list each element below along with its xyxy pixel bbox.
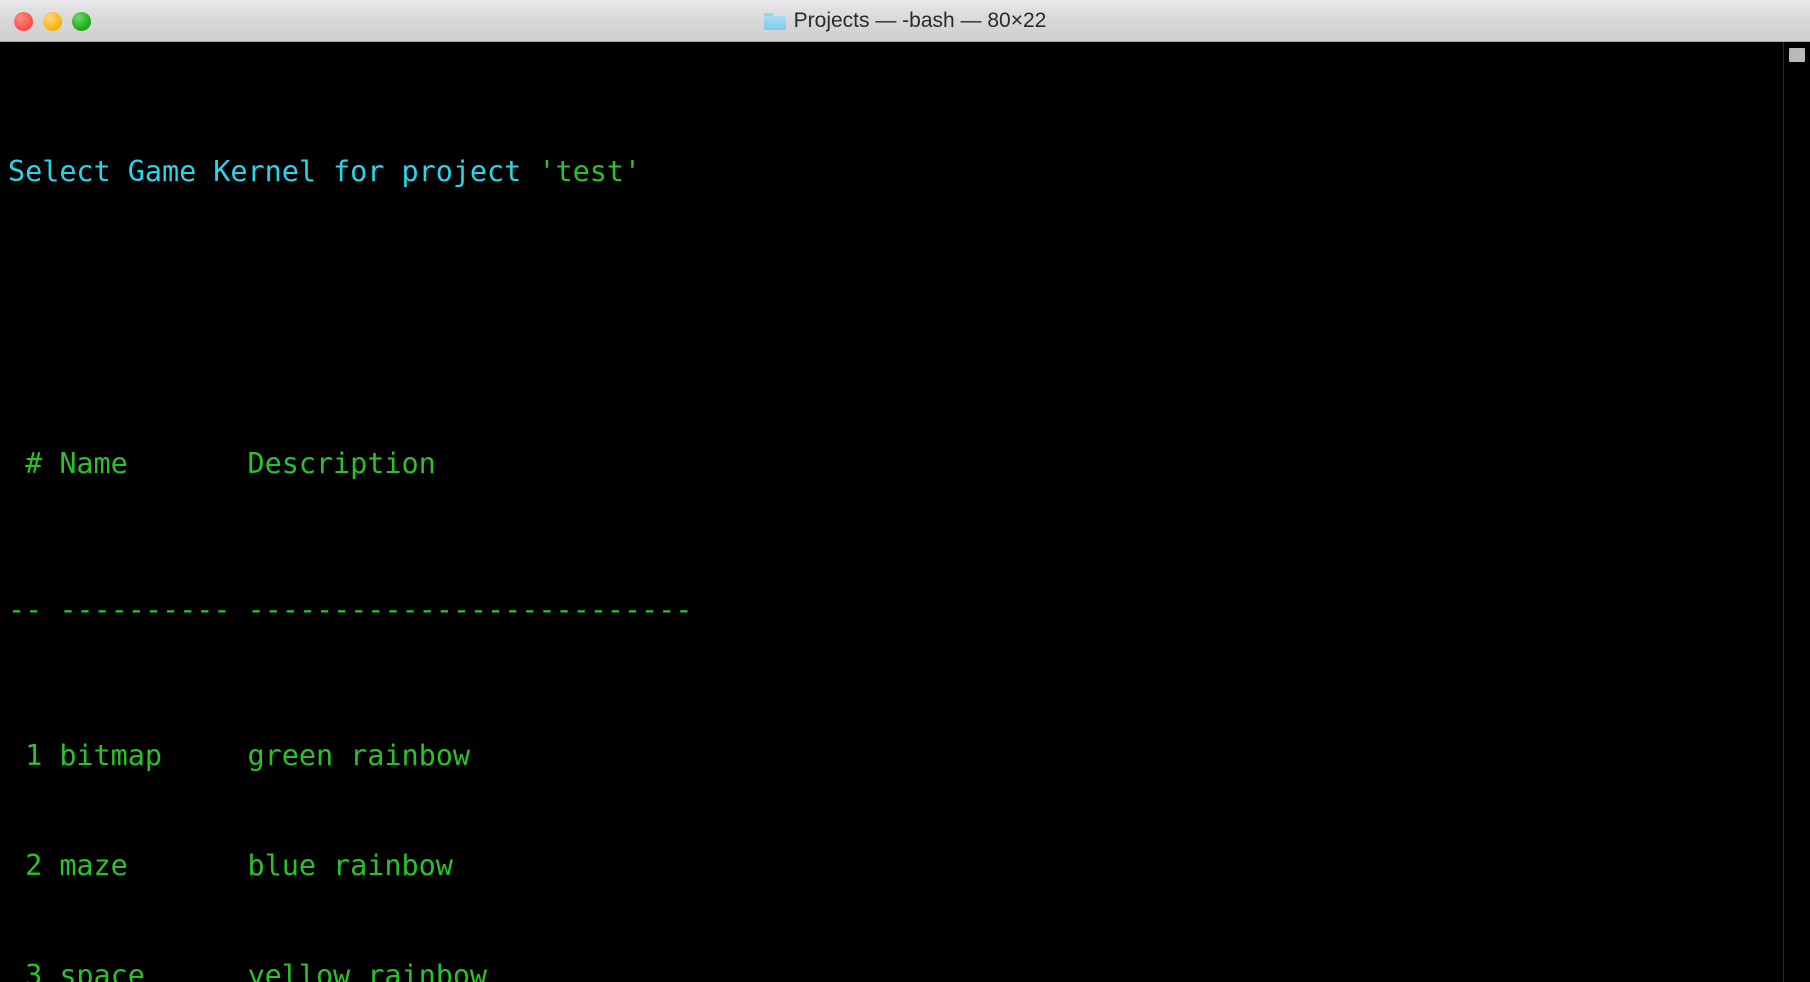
game-separator-top: -- ---------- -------------------------- — [8, 593, 693, 627]
game-heading-text: Select Game Kernel for project — [8, 154, 539, 188]
terminal-body[interactable]: Select Game Kernel for project 'test' # … — [0, 42, 1810, 982]
game-row-1: 1 bitmap green rainbow — [8, 739, 470, 773]
game-row-2: 2 maze blue rainbow — [8, 849, 453, 883]
window-title-group: Projects — -bash — 80×22 — [0, 0, 1810, 42]
game-row-3: 3 space yellow rainbow — [8, 958, 488, 982]
window-title: Projects — -bash — 80×22 — [793, 9, 1047, 32]
title-bar[interactable]: Projects — -bash — 80×22 — [0, 0, 1810, 42]
game-heading-line: Select Game Kernel for project 'test' — [8, 154, 1784, 191]
terminal-screen: Select Game Kernel for project 'test' # … — [8, 44, 1784, 982]
minimize-button[interactable] — [43, 11, 62, 31]
terminal-window: Projects — -bash — 80×22 Select Game Ker… — [0, 0, 1810, 982]
folder-icon — [763, 12, 786, 30]
vertical-scrollbar[interactable] — [1783, 42, 1810, 982]
game-table-header: # Name Description — [8, 447, 436, 481]
game-heading-project: 'test' — [538, 154, 642, 188]
maximize-button[interactable] — [72, 11, 91, 31]
window-controls — [14, 0, 91, 42]
close-button[interactable] — [14, 11, 33, 31]
scrollbar-thumb[interactable] — [1789, 48, 1805, 62]
